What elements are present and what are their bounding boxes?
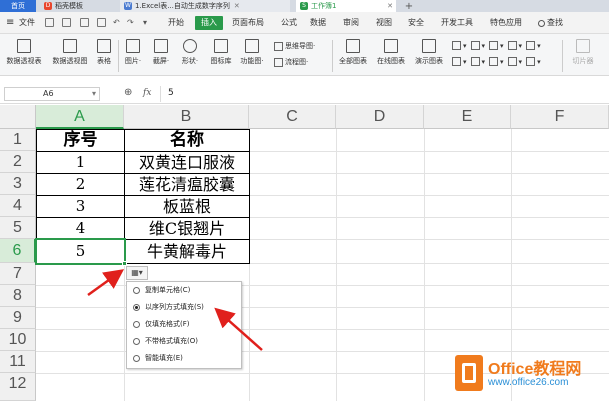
watermark-name-cn: 教程网 <box>533 361 582 378</box>
watermark-logo: Office教程网 www.office26.com <box>455 353 605 397</box>
red-arrow-right <box>214 307 263 351</box>
annotation-arrows <box>87 269 263 351</box>
watermark-url: www.office26.com <box>488 377 569 388</box>
watermark-name-office: Office <box>488 361 534 378</box>
red-arrow-left <box>87 269 125 297</box>
watermark-name: Office教程网 <box>488 355 581 379</box>
office-logo-icon <box>455 355 483 391</box>
